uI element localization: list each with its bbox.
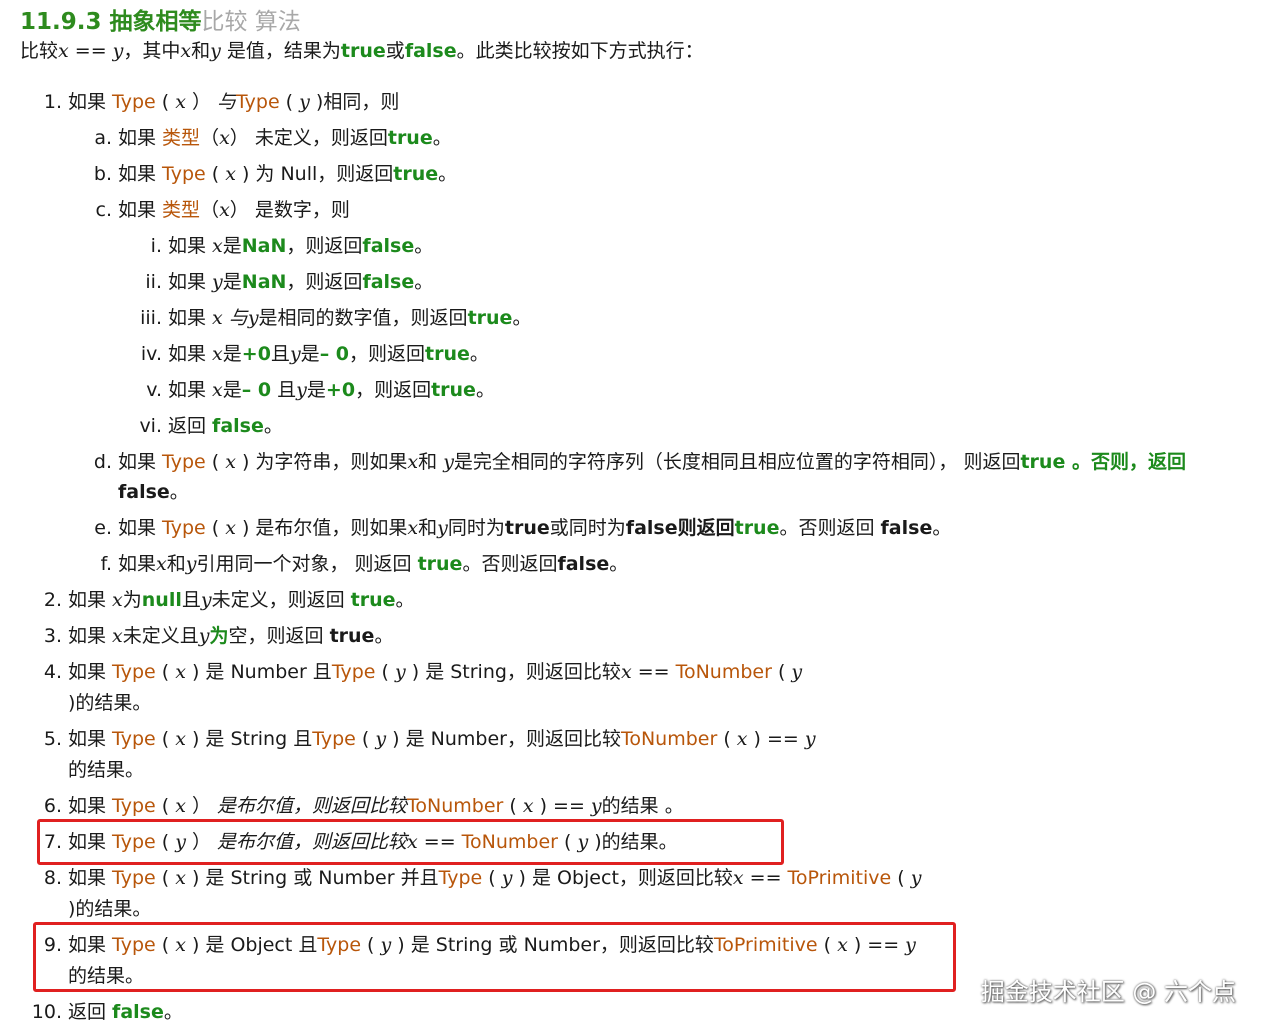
list-item-8: 8. 如果 Type ( x ) 是 String 或 Number 并且Type… — [43, 867, 922, 889]
list-item-5-continued: 的结果。 — [68, 759, 145, 781]
list-item-1c-iv: iv. 如果 x是+0且y是– 0，则返回true。 — [140, 343, 489, 365]
list-item-4: 4. 如果 Type ( x ) 是 Number 且Type ( y ) 是 S… — [43, 661, 803, 683]
list-item-1c: c. 如果 类型（x） 是数字，则 — [95, 199, 350, 221]
list-item-1c-i: i. 如果 x是NaN，则返回false。 — [150, 235, 434, 257]
list-item-1f: f. 如果x和y引用同一个对象， 则返回 true。否则返回false。 — [100, 553, 629, 575]
list-item-1c-vi: vi. 返回 false。 — [139, 415, 283, 437]
list-item-2: 2. 如果 x为null且y未定义，则返回 true。 — [43, 589, 415, 611]
list-item-1c-ii: ii. 如果 y是NaN，则返回false。 — [145, 271, 434, 293]
list-item-1e: e. 如果 Type ( x ) 是布尔值，则如果x和y同时为true或同时为fa… — [94, 517, 952, 539]
list-item-1d: d. 如果 Type ( x ) 为字符串，则如果x和 y是完全相同的字符序列（长… — [93, 451, 1186, 473]
list-item-1c-v: v. 如果 x是– 0 且y是+0，则返回true。 — [146, 379, 495, 401]
list-item-1b: b. 如果 Type ( x ) 为 Null，则返回true。 — [93, 163, 458, 185]
list-item-1d-continued: false。 — [118, 481, 189, 503]
list-item-6: 6. 如果 Type ( x ） 是布尔值，则返回比较ToNumber ( x )… — [43, 795, 684, 817]
intro-paragraph: 比较x == y，其中x和y 是值，结果为true或false。此类比较按如下方… — [20, 40, 704, 62]
highlight-box-item-7 — [37, 819, 784, 865]
list-item-1c-iii: iii. 如果 x 与y是相同的数字值，则返回true。 — [140, 307, 532, 329]
list-item-1: 1. 如果 Type ( x ） 与Type ( y )相同，则 — [43, 91, 400, 113]
list-item-5: 5. 如果 Type ( x ) 是 String 且Type ( y ) 是 N… — [43, 728, 816, 750]
list-item-10: 10. 返回 false。 — [31, 1001, 183, 1023]
watermark: 掘金技术社区 @ 六个点 — [980, 978, 1236, 1006]
list-item-4-continued: )的结果。 — [68, 692, 152, 714]
section-heading-rest: 比较 算法 — [201, 9, 301, 35]
section-heading: 11.9.3 抽象相等比较 算法 — [20, 9, 301, 35]
list-item-1a: a. 如果 类型（x） 未定义，则返回true。 — [94, 127, 452, 149]
highlight-box-item-9 — [33, 922, 956, 992]
list-item-3: 3. 如果 x未定义且y为空，则返回 true。 — [43, 625, 394, 647]
list-item-8-continued: )的结果。 — [68, 898, 152, 920]
